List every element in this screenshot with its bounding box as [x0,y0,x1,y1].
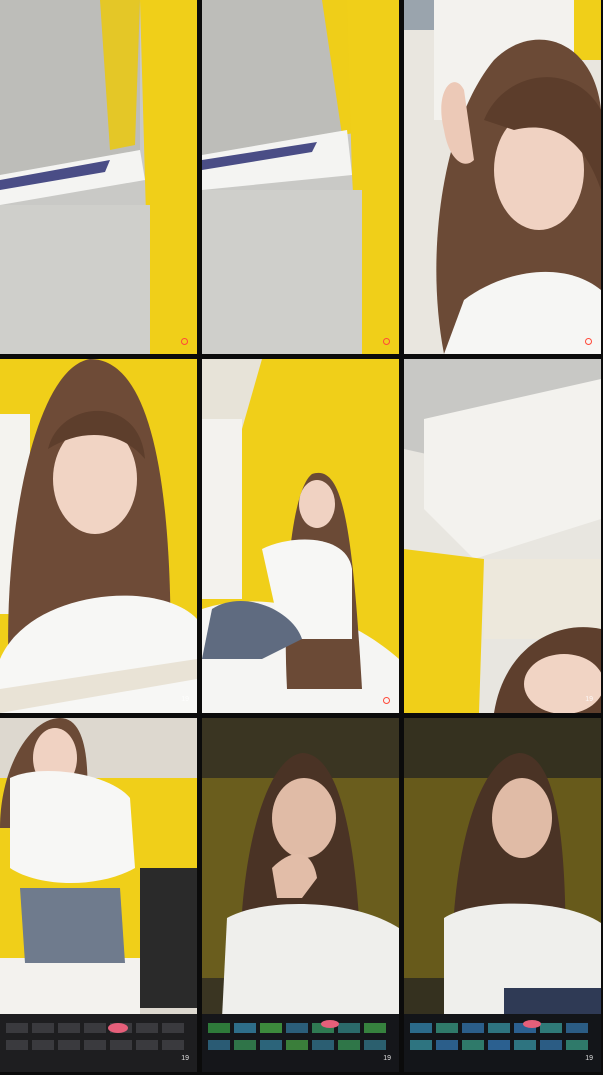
video-frame-ceiling [0,0,197,354]
video-frame-person-on-bed [202,359,399,713]
video-tile-6[interactable]: 19 [404,359,601,713]
video-tile-9[interactable]: 19 [404,718,601,1072]
video-tile-3[interactable] [404,0,601,354]
video-frame-ceiling [202,0,399,354]
video-tile-4[interactable]: 19 [0,359,197,713]
viewer-badge: 19 [585,696,593,703]
video-tile-2[interactable] [202,0,399,354]
recording-indicator [383,338,390,345]
viewer-badge: 19 [585,1055,593,1062]
video-tile-1[interactable] [0,0,197,354]
video-frame-person-smiling [404,718,601,1072]
video-frame-bed-underside [404,359,601,713]
video-frame-person-standing [0,718,197,1072]
video-frame-person-closeup [0,359,197,713]
video-frame-person-waving [404,0,601,354]
video-tile-7[interactable]: 19 [0,718,197,1072]
video-grid: 19 19 19 19 19 [0,0,603,1075]
video-tile-5[interactable] [202,359,399,713]
video-tile-8[interactable]: 19 [202,718,399,1072]
recording-indicator [181,338,188,345]
recording-indicator [383,697,390,704]
viewer-badge: 19 [181,696,189,703]
viewer-badge: 19 [383,1055,391,1062]
video-frame-person-resting [202,718,399,1072]
recording-indicator [585,338,592,345]
viewer-badge: 19 [181,1055,189,1062]
